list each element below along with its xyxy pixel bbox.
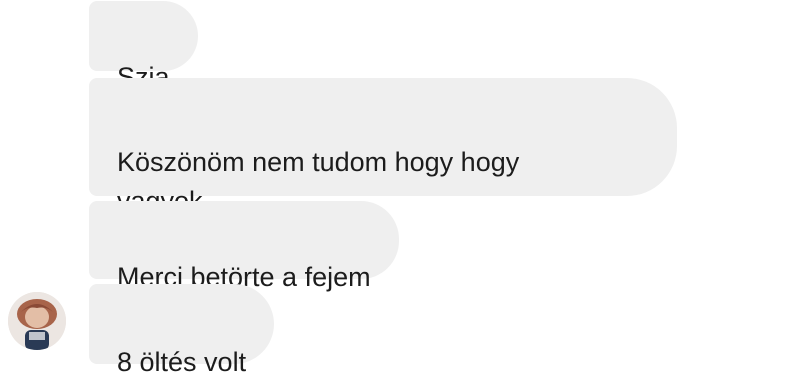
message-bubble[interactable]: Merci betörte a fejem xyxy=(89,201,399,292)
message-bubble[interactable]: 8 öltés volt xyxy=(89,284,275,377)
message-text: 8 öltés volt xyxy=(117,347,247,377)
profile-photo-icon xyxy=(8,292,66,350)
message-bubble[interactable]: Köszönöm nem tudom hogy hogy vagyok xyxy=(89,78,677,216)
avatar[interactable] xyxy=(8,292,66,350)
message-bubble[interactable]: Szia xyxy=(89,1,198,92)
chat-thread: Szia Köszönöm nem tudom hogy hogy vagyok… xyxy=(0,0,800,377)
